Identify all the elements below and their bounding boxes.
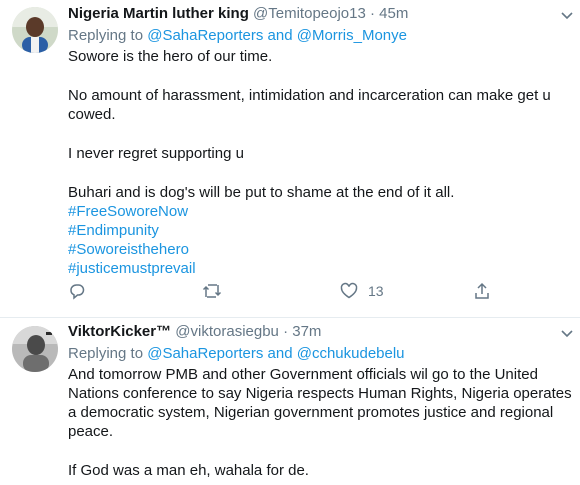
tweet[interactable]: Nigeria Martin luther king @Temitopeojo1… — [0, 0, 580, 318]
display-name[interactable]: ViktorKicker™ — [68, 323, 171, 340]
mention-conjunction: and — [267, 345, 293, 362]
chevron-down-icon[interactable] — [560, 8, 574, 27]
separator-dot: · — [283, 323, 289, 340]
like-icon — [340, 282, 358, 300]
tweet-paragraph: And tomorrow PMB and other Government of… — [68, 366, 572, 440]
hashtag-link[interactable]: #Endimpunity — [68, 221, 574, 240]
share-icon — [473, 282, 491, 300]
hashtag-link[interactable]: #Soworeisthehero — [68, 240, 574, 259]
like-count: 13 — [368, 283, 384, 299]
mention-link[interactable]: @Morris_Monye — [297, 27, 407, 44]
display-name[interactable]: Nigeria Martin luther king — [68, 5, 249, 22]
timestamp[interactable]: 45m — [379, 5, 408, 22]
like-button[interactable]: 13 — [340, 282, 384, 300]
tweet-paragraph: No amount of harassment, intimidation an… — [68, 87, 551, 123]
avatar[interactable] — [12, 7, 58, 53]
user-handle[interactable]: @Temitopeojo13 — [253, 5, 366, 22]
mention-link[interactable]: @SahaReporters — [147, 27, 263, 44]
hashtag-link[interactable]: #FreeSoworeNow — [68, 202, 574, 221]
avatar[interactable] — [12, 326, 58, 372]
replying-to-label: Replying to — [68, 345, 144, 362]
mention-link[interactable]: @cchukudebelu — [297, 345, 405, 362]
replying-to: Replying to @SahaReporters and @Morris_M… — [68, 26, 574, 45]
mention-link[interactable]: @SahaReporters — [147, 345, 263, 362]
retweet-icon — [202, 282, 222, 300]
tweet-text: And tomorrow PMB and other Government of… — [68, 365, 574, 480]
tweet-header: Nigeria Martin luther king @Temitopeojo1… — [68, 4, 574, 26]
tweet-paragraph: If God was a man eh, wahala for de. — [68, 462, 309, 479]
share-button[interactable] — [473, 282, 491, 300]
replying-to-label: Replying to — [68, 27, 144, 44]
replying-to: Replying to @SahaReporters and @cchukude… — [68, 344, 574, 363]
reply-icon — [68, 282, 86, 300]
tweet-actions: 13 — [0, 282, 580, 304]
timestamp[interactable]: 37m — [292, 323, 321, 340]
tweet-paragraph: I never regret supporting u — [68, 145, 244, 162]
chevron-down-icon[interactable] — [560, 326, 574, 345]
tweet-text: Sowore is the hero of our time. No amoun… — [68, 47, 574, 278]
hashtag-link[interactable]: #justicemustprevail — [68, 259, 574, 278]
tweet-paragraph: Sowore is the hero of our time. — [68, 48, 273, 65]
reply-button[interactable] — [68, 282, 86, 300]
separator-dot: · — [370, 5, 375, 22]
user-handle[interactable]: @viktorasiegbu — [175, 323, 279, 340]
mention-conjunction: and — [267, 27, 293, 44]
retweet-button[interactable] — [202, 282, 222, 300]
tweet[interactable]: ViktorKicker™ @viktorasiegbu · 37m Reply… — [0, 318, 580, 485]
tweet-paragraph: Buhari and is dog's will be put to shame… — [68, 184, 455, 201]
tweet-header: ViktorKicker™ @viktorasiegbu · 37m — [68, 322, 574, 344]
